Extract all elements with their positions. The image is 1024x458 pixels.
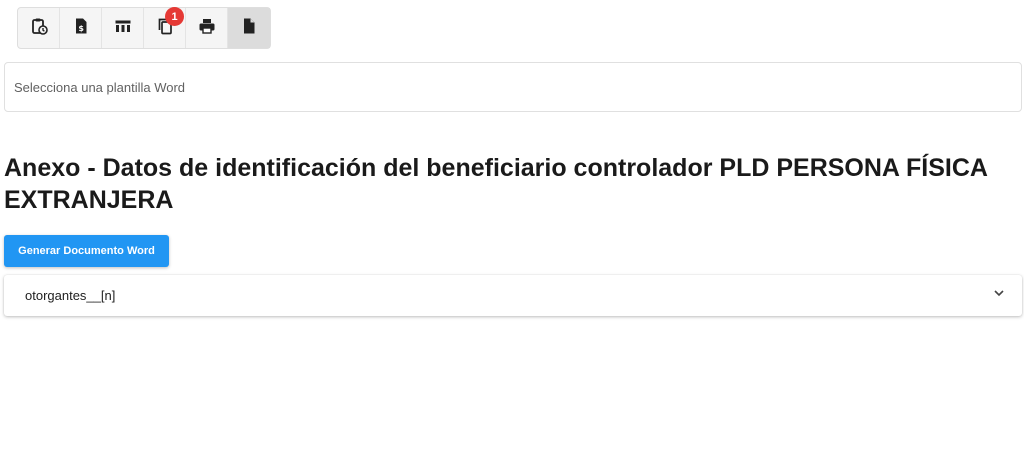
document-button[interactable] — [228, 8, 270, 48]
toolbar: $ 1 — [17, 7, 271, 49]
copy-button[interactable]: 1 — [144, 7, 186, 48]
notification-badge: 1 — [165, 7, 184, 26]
invoice-dollar-button[interactable]: $ — [60, 8, 102, 48]
accordion-label: otorgantes__[n] — [25, 288, 116, 303]
document-icon — [240, 17, 258, 40]
chevron-down-icon — [992, 286, 1006, 305]
table-columns-icon — [114, 17, 132, 40]
clipboard-clock-button[interactable] — [18, 8, 60, 48]
table-columns-button[interactable] — [102, 8, 144, 48]
page-title: Anexo - Datos de identificación del bene… — [4, 154, 988, 214]
accordion-otorgantes[interactable]: otorgantes__[n] — [4, 275, 1022, 316]
clipboard-clock-icon — [30, 17, 48, 40]
svg-text:$: $ — [78, 24, 84, 33]
template-select[interactable]: Selecciona una plantilla Word — [4, 62, 1022, 112]
generate-word-button[interactable]: Generar Documento Word — [4, 235, 169, 267]
invoice-dollar-icon: $ — [72, 17, 90, 40]
print-icon — [198, 17, 216, 40]
print-button[interactable] — [186, 8, 228, 48]
template-select-placeholder: Selecciona una plantilla Word — [14, 79, 186, 95]
